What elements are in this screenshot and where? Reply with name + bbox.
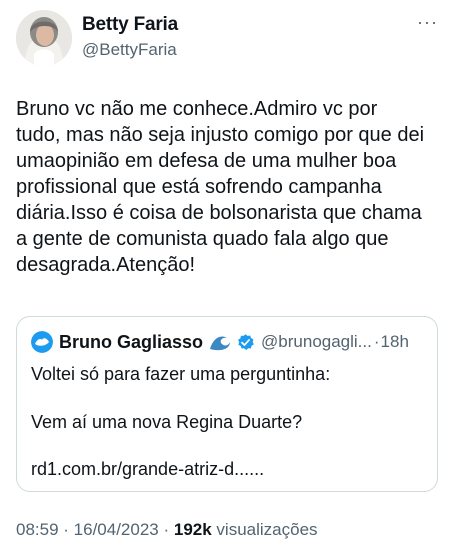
meta-separator: · [158,520,174,539]
quoted-author-avatar[interactable] [31,331,53,353]
quoted-tweet-header: Bruno Gagliasso @brunogagli... · 18h [31,331,409,353]
quoted-text-line-2: Vem aí uma nova Regina Duarte? [31,412,303,432]
views-count[interactable]: 192k [174,520,212,539]
tweet: Betty Faria @BettyFaria ··· Bruno vc não… [0,0,456,553]
author-handle[interactable]: @BettyFaria [82,40,177,60]
meta-separator: · [58,520,74,539]
author-name[interactable]: Betty Faria [82,14,178,36]
verified-badge-icon [236,333,255,352]
tweet-text: Bruno vc não me conhece.Admiro vc por tu… [16,98,425,276]
tweet-time[interactable]: 08:59 [16,520,59,539]
author-avatar[interactable] [16,10,72,66]
tweet-date[interactable]: 16/04/2023 [74,520,159,539]
quoted-author-name[interactable]: Bruno Gagliasso [59,332,203,353]
views-label: visualizações [216,520,318,539]
quoted-author-handle[interactable]: @brunogagli... [261,332,372,352]
more-dots-icon[interactable]: ··· [417,12,438,33]
wave-emoji-icon [209,332,231,352]
tweet-meta: 08:59 · 16/04/2023 · 192k visualizações [16,520,318,540]
quoted-link[interactable]: rd1.com.br/grande-atriz-d...... [31,459,264,480]
quoted-time[interactable]: 18h [381,332,409,352]
quoted-text-line-1: Voltei só para fazer uma perguntinha: [31,364,331,384]
separator-dot: · [373,332,380,351]
quoted-tweet[interactable]: Bruno Gagliasso @brunogagli... · 18h Vol… [16,316,438,492]
